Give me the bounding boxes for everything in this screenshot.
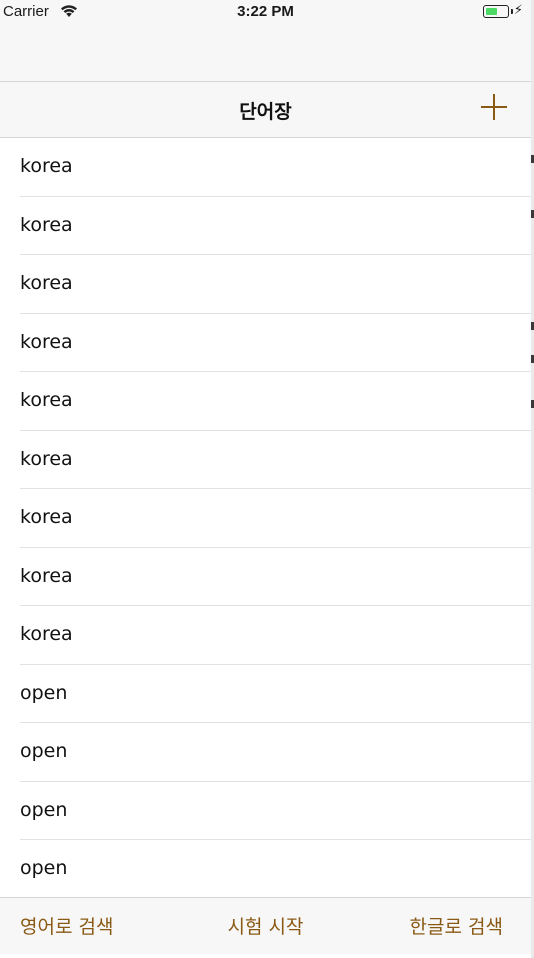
- word-label: korea: [20, 506, 73, 528]
- word-label: korea: [20, 389, 73, 411]
- navigation-bar: 단어장: [0, 81, 531, 138]
- list-item[interactable]: korea: [20, 314, 531, 372]
- word-label: korea: [20, 213, 73, 236]
- word-label: open: [20, 681, 68, 704]
- list-item[interactable]: open: [20, 723, 531, 782]
- battery-level: [486, 8, 498, 15]
- word-label: open: [20, 740, 68, 762]
- battery-icon: [483, 5, 509, 18]
- word-label: korea: [20, 564, 73, 587]
- battery-tip: [511, 9, 513, 14]
- word-label: korea: [20, 623, 73, 645]
- word-label: korea: [20, 272, 73, 294]
- list-item[interactable]: korea: [20, 548, 531, 606]
- page-title: 단어장: [239, 101, 292, 123]
- word-label: open: [20, 857, 68, 879]
- list-item[interactable]: korea: [20, 489, 531, 548]
- list-item[interactable]: korea: [20, 372, 531, 431]
- word-label: open: [20, 798, 68, 821]
- list-item[interactable]: open: [20, 782, 531, 840]
- add-word-button[interactable]: [481, 94, 507, 120]
- word-label: korea: [20, 447, 73, 470]
- list-item[interactable]: korea: [20, 197, 531, 255]
- clock-time: 3:22 PM: [237, 3, 294, 20]
- status-bar: Carrier 3:22 PM ⚡: [0, 0, 531, 24]
- bottom-toolbar: 영어로 검색 시험 시작 한글로 검색: [0, 897, 531, 954]
- app-screen: Carrier 3:22 PM ⚡ 단어장 korea korea korea kor…: [0, 0, 534, 958]
- word-label: korea: [20, 155, 73, 177]
- list-item[interactable]: korea: [20, 138, 531, 197]
- list-item[interactable]: korea: [20, 255, 531, 314]
- word-label: korea: [20, 330, 73, 353]
- top-spacer: [0, 24, 531, 81]
- list-item[interactable]: korea: [20, 431, 531, 489]
- charging-bolt-icon: ⚡: [513, 3, 523, 18]
- word-list: korea korea korea korea korea korea korea korea…: [0, 138, 531, 898]
- list-item[interactable]: korea: [20, 606, 531, 665]
- list-item[interactable]: open: [20, 665, 531, 723]
- list-item[interactable]: open: [20, 840, 531, 898]
- search-korean-button[interactable]: 한글로 검색: [410, 912, 503, 939]
